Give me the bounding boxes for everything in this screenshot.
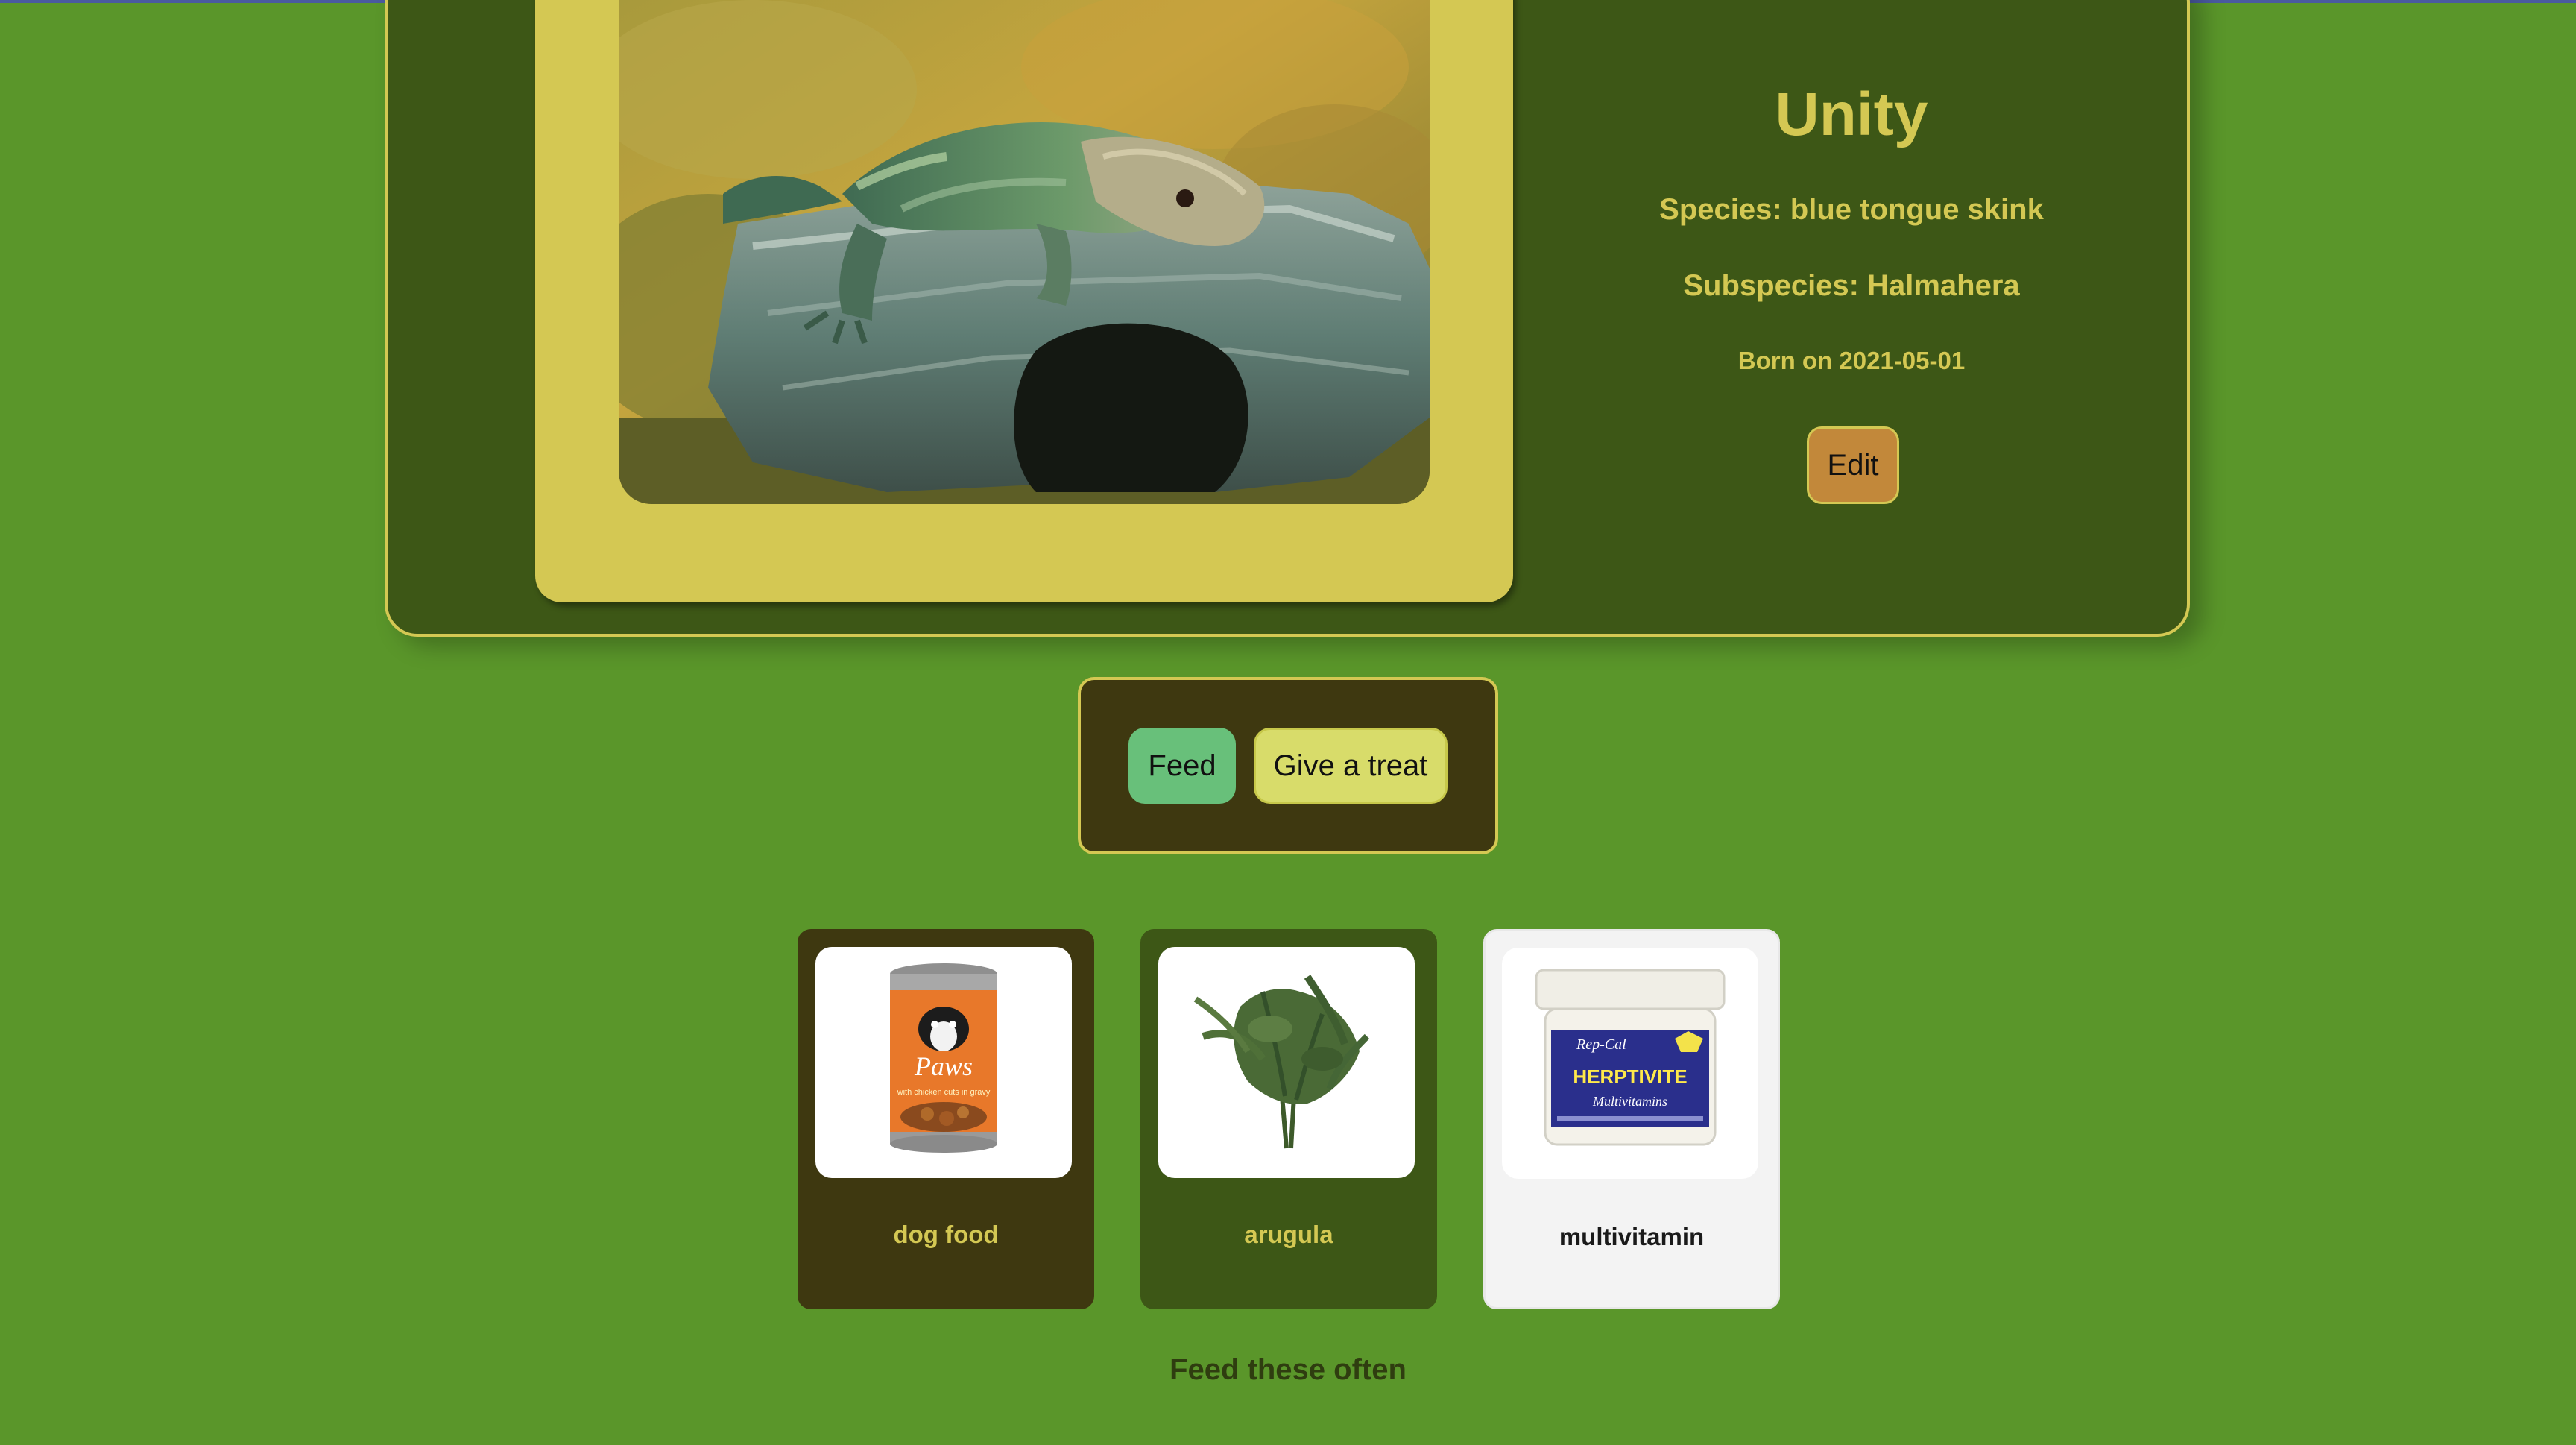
multivitamin-jar-icon: Rep-Cal HERPTIVITE Multivitamins <box>1535 969 1726 1146</box>
dog-food-can-icon: Paws with chicken cuts in gravy <box>890 963 997 1153</box>
give-treat-button[interactable]: Give a treat <box>1254 728 1448 804</box>
food-card-multivitamin[interactable]: Rep-Cal HERPTIVITE Multivitamins multivi… <box>1483 929 1780 1309</box>
food-card-dog-food[interactable]: Paws with chicken cuts in gravy dog food <box>798 929 1094 1309</box>
feed-button[interactable]: Feed <box>1128 728 1236 804</box>
skink-photo-icon <box>619 0 1430 504</box>
pet-birth-date: Born on 2021-05-01 <box>1737 347 1966 374</box>
food-name: dog food <box>893 1221 999 1248</box>
can-brand: Paws <box>914 1051 973 1081</box>
edit-button[interactable]: Edit <box>1807 426 1899 504</box>
jar-maker: Rep-Cal <box>1576 1036 1626 1053</box>
jar-subtitle: Multivitamins <box>1592 1094 1667 1109</box>
pet-species: Species: blue tongue skink <box>1659 193 2044 226</box>
food-thumbnail <box>1158 947 1415 1178</box>
food-thumbnail: Paws with chicken cuts in gravy <box>815 947 1072 1178</box>
can-text: with chicken cuts in gravy <box>897 1088 991 1097</box>
food-card-arugula[interactable]: arugula <box>1140 929 1437 1309</box>
food-name: arugula <box>1244 1221 1333 1248</box>
pet-photo <box>619 0 1430 504</box>
arugula-bunch-icon <box>1193 975 1370 1149</box>
pet-subspecies: Subspecies: Halmahera <box>1683 269 2020 302</box>
feeding-note: Feed these often <box>1169 1353 1407 1386</box>
food-thumbnail: Rep-Cal HERPTIVITE Multivitamins <box>1502 948 1758 1179</box>
jar-product: HERPTIVITE <box>1573 1065 1687 1088</box>
food-name: multivitamin <box>1559 1223 1705 1250</box>
pet-name: Unity <box>1775 81 1928 148</box>
